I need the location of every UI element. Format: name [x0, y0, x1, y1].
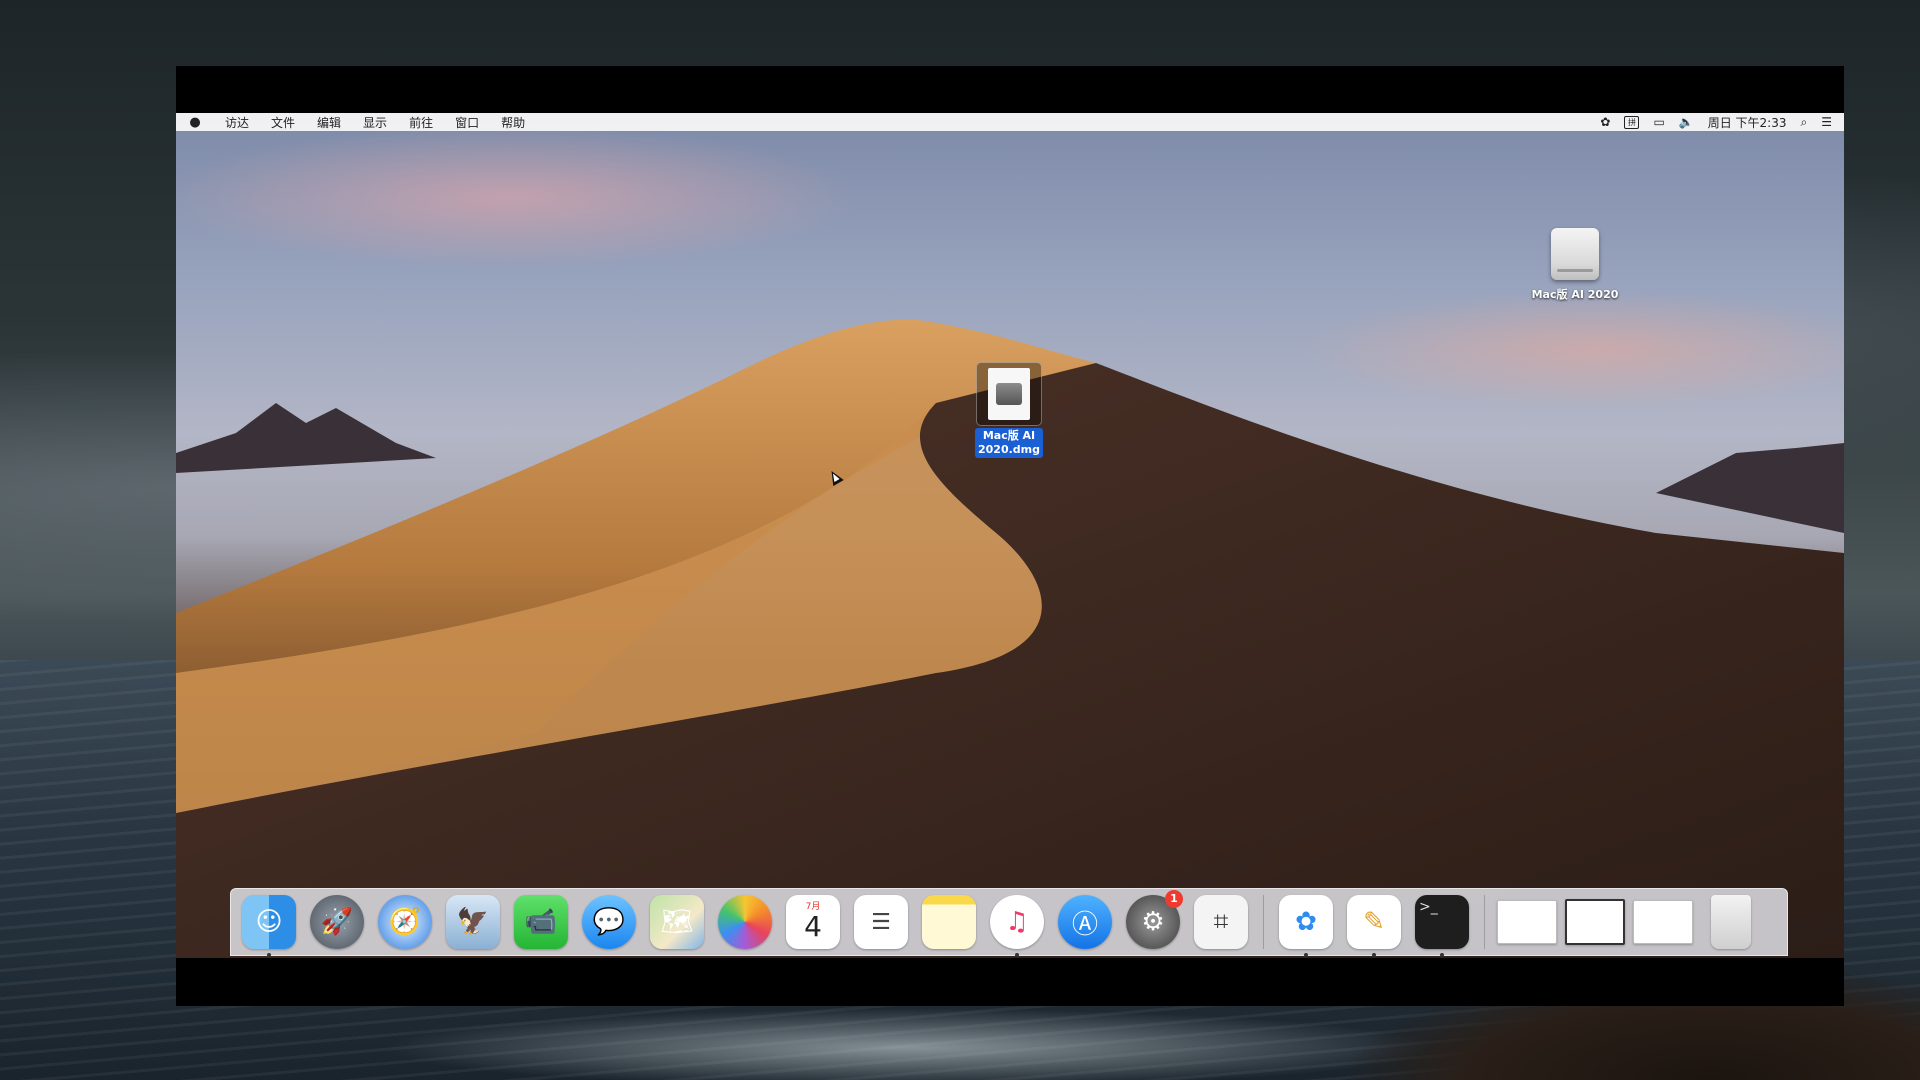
- dock-trash[interactable]: [1701, 892, 1761, 952]
- input-method-icon[interactable]: 拼: [1624, 115, 1640, 129]
- dock-calendar[interactable]: 7月 4: [783, 892, 843, 952]
- dmg-label-line2: 2020.dmg: [977, 443, 1040, 456]
- notes-icon: [922, 895, 976, 949]
- dock-recent-window-1[interactable]: [1497, 892, 1557, 952]
- dock-screenshot[interactable]: ⌗: [1191, 892, 1251, 952]
- dock-messages[interactable]: 💬: [579, 892, 639, 952]
- dmg-label: Mac版 AI 2020.dmg: [974, 428, 1043, 458]
- window-thumbnail-icon: [1497, 900, 1557, 944]
- terminal-icon: >_: [1415, 895, 1469, 949]
- running-indicator: [1440, 953, 1444, 957]
- menu-finder[interactable]: 访达: [214, 114, 260, 131]
- window-thumbnail-icon: [1633, 900, 1693, 944]
- safari-icon: 🧭: [378, 895, 432, 949]
- mail-icon: 🦅: [446, 895, 500, 949]
- desktop-drive-icon[interactable]: Mac版 AI 2020: [1510, 228, 1640, 302]
- dock-safari[interactable]: 🧭: [375, 892, 435, 952]
- finder-icon: ☺: [242, 895, 296, 949]
- menu-edit[interactable]: 编辑: [306, 114, 352, 131]
- dock: ☺ 🚀 🧭 🦅 📹 💬 🗺 7月 4 ☰ ♫ Ⓐ ⚙ 1 ⌗ ✿ ✎ >_: [230, 888, 1788, 957]
- baidu-netdisk-icon[interactable]: ✿: [1600, 115, 1610, 129]
- desktop-dmg-file[interactable]: Mac版 AI 2020.dmg: [962, 362, 1056, 458]
- menu-help[interactable]: 帮助: [490, 114, 536, 131]
- status-area: ✿ 拼 ▭ 🔈 周日 下午2:33 ⌕ ☰: [1600, 114, 1844, 131]
- dock-music[interactable]: ♫: [987, 892, 1047, 957]
- dock-recent-window-3[interactable]: [1633, 892, 1693, 952]
- calendar-day: 4: [804, 910, 822, 943]
- dock-photos[interactable]: [715, 892, 775, 952]
- facetime-icon: 📹: [514, 895, 568, 949]
- menu-view[interactable]: 显示: [352, 114, 398, 131]
- dock-script-editor[interactable]: ✎: [1344, 892, 1404, 957]
- menu-window[interactable]: 窗口: [444, 114, 490, 131]
- script-editor-icon: ✎: [1347, 895, 1401, 949]
- dock-facetime[interactable]: 📹: [511, 892, 571, 952]
- dock-separator: [1484, 895, 1485, 949]
- dock-baidu-netdisk[interactable]: ✿: [1276, 892, 1336, 957]
- baidu-netdisk-icon: ✿: [1279, 895, 1333, 949]
- trash-icon: [1711, 895, 1751, 949]
- dock-launchpad[interactable]: 🚀: [307, 892, 367, 952]
- disk-image-icon: [988, 368, 1030, 420]
- dock-maps[interactable]: 🗺: [647, 892, 707, 952]
- display-mirroring-icon[interactable]: ▭: [1653, 115, 1664, 129]
- messages-icon: 💬: [582, 895, 636, 949]
- dock-mail[interactable]: 🦅: [443, 892, 503, 952]
- menu-clock[interactable]: 周日 下午2:33: [1708, 114, 1787, 131]
- reminders-icon: ☰: [854, 895, 908, 949]
- running-indicator: [1304, 953, 1308, 957]
- volume-icon[interactable]: 🔈: [1679, 115, 1694, 129]
- running-indicator: [267, 953, 271, 957]
- launchpad-icon: 🚀: [310, 895, 364, 949]
- update-badge: 1: [1165, 890, 1183, 908]
- dock-app-store[interactable]: Ⓐ: [1055, 892, 1115, 952]
- maps-icon: 🗺: [650, 895, 704, 949]
- running-indicator: [1372, 953, 1376, 957]
- running-indicator: [1015, 953, 1019, 957]
- screenshot-icon: ⌗: [1194, 895, 1248, 949]
- apple-menu-icon[interactable]: ●: [176, 115, 214, 130]
- dock-terminal[interactable]: >_: [1412, 892, 1472, 957]
- dock-system-preferences[interactable]: ⚙ 1: [1123, 890, 1183, 952]
- dock-recent-window-2[interactable]: [1565, 892, 1625, 952]
- dock-reminders[interactable]: ☰: [851, 892, 911, 952]
- menu-file[interactable]: 文件: [260, 114, 306, 131]
- search-icon[interactable]: ⌕: [1801, 115, 1808, 130]
- dock-notes[interactable]: [919, 892, 979, 952]
- dmg-selection-box: [976, 362, 1042, 426]
- photos-icon: [718, 895, 772, 949]
- music-icon: ♫: [990, 895, 1044, 949]
- calendar-icon: 7月 4: [786, 895, 840, 949]
- menu-bar: ● 访达 文件 编辑 显示 前往 窗口 帮助 ✿ 拼 ▭ 🔈 周日 下午2:33…: [176, 113, 1844, 131]
- dock-finder[interactable]: ☺: [239, 892, 299, 957]
- window-thumbnail-icon: [1565, 899, 1625, 945]
- menu-go[interactable]: 前往: [398, 114, 444, 131]
- dock-separator: [1263, 895, 1264, 949]
- dmg-label-line1: Mac版 AI: [982, 429, 1036, 442]
- external-drive-icon: [1551, 228, 1599, 280]
- notification-center-icon[interactable]: ☰: [1821, 115, 1832, 129]
- drive-label: Mac版 AI 2020: [1531, 288, 1619, 301]
- app-store-icon: Ⓐ: [1058, 895, 1112, 949]
